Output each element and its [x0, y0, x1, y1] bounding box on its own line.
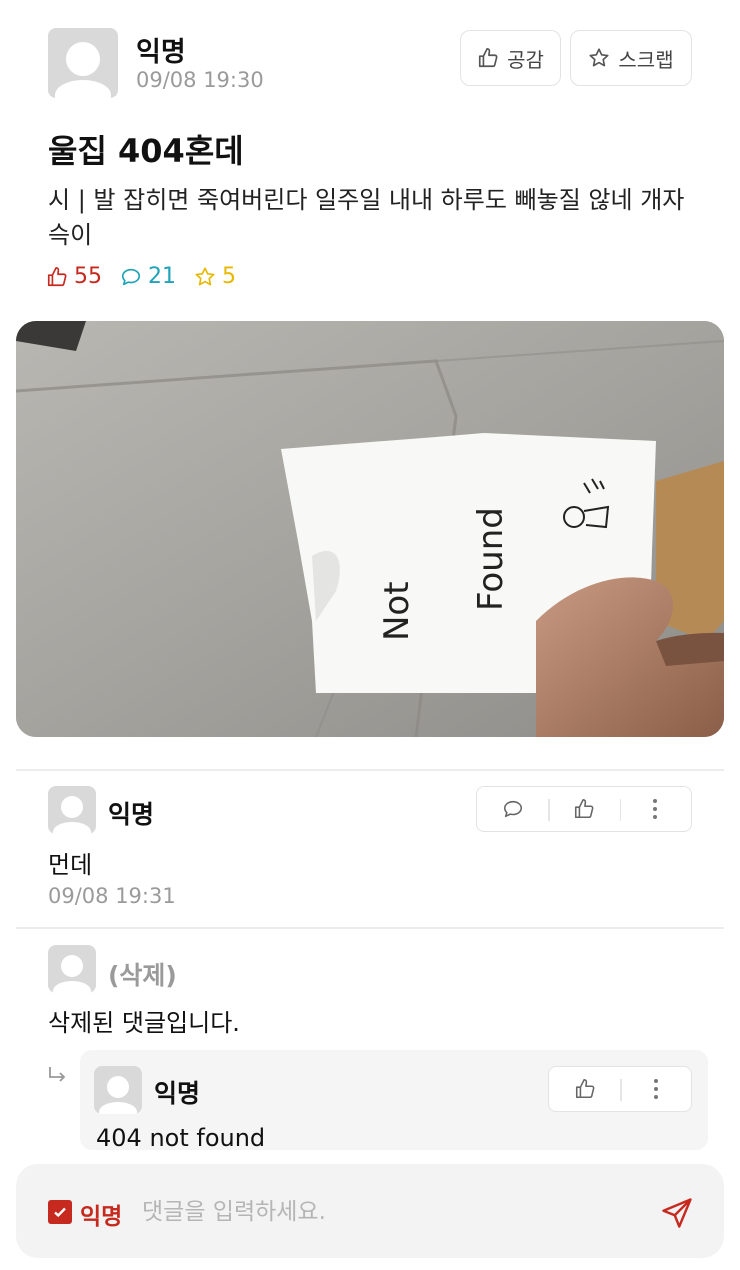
more-vertical-icon: [653, 1078, 659, 1100]
like-button[interactable]: 공감: [460, 30, 561, 86]
comment-count-value: 21: [148, 264, 176, 289]
thumbs-up-icon: [46, 266, 68, 288]
scrap-button[interactable]: 스크랩: [570, 30, 692, 86]
note-text-found: Found: [471, 507, 511, 611]
thumbs-up-icon: [574, 1078, 596, 1100]
comment-timestamp: 09/08 19:31: [48, 884, 176, 908]
star-icon: [194, 266, 216, 288]
comment-avatar: [48, 786, 96, 834]
like-count: 55: [46, 264, 102, 289]
star-icon: [588, 47, 610, 69]
scrap-count: 5: [194, 264, 236, 289]
thumbs-up-icon: [477, 47, 499, 69]
reply-more-button[interactable]: [620, 1067, 691, 1111]
send-button[interactable]: [654, 1190, 700, 1236]
post-stats: 55 21 5: [46, 264, 236, 289]
comment-bubble-icon: [120, 266, 142, 288]
post-author-name: 익명: [136, 37, 186, 68]
photo-illustration: Not Found: [16, 321, 724, 737]
comment-input[interactable]: [142, 1190, 642, 1234]
comment-like-button[interactable]: [548, 787, 619, 831]
reply-button[interactable]: [477, 787, 548, 831]
note-text-not: Not: [377, 581, 417, 641]
post-title: 울집 404혼데: [48, 132, 244, 170]
comment-input-bar: 익명: [16, 1164, 724, 1258]
post-timestamp: 09/08 19:30: [136, 68, 264, 92]
post-body: 시 | 발 잡히면 죽여버린다 일주일 내내 하루도 빼놓질 않네 개자슥이: [48, 186, 685, 249]
thumbs-up-icon: [573, 798, 595, 820]
comment-text-deleted: 삭제된 댓글입니다.: [48, 1009, 240, 1037]
post-photo[interactable]: Not Found: [16, 321, 724, 737]
divider: [16, 769, 724, 771]
checkbox-checked-icon: [52, 1204, 68, 1220]
divider: [16, 927, 724, 929]
reply-author: 익명: [154, 1079, 201, 1108]
anonymous-label[interactable]: 익명: [80, 1197, 122, 1231]
comment-bubble-icon: [502, 798, 524, 820]
comment-author-deleted: (삭제): [108, 961, 177, 990]
reply-arrow-icon: [46, 1064, 70, 1088]
more-vertical-icon: [652, 798, 658, 820]
comment-text: 먼데: [48, 851, 93, 879]
post-author-avatar: [48, 28, 118, 98]
comment-actions: [476, 786, 692, 832]
comment-author: 익명: [108, 800, 155, 829]
like-button-label: 공감: [507, 47, 544, 72]
comment-avatar: [48, 945, 96, 993]
scrap-count-value: 5: [222, 264, 236, 289]
scrap-button-label: 스크랩: [618, 47, 674, 72]
reply-container: 익명 404 not found: [80, 1050, 708, 1152]
reply-avatar: [94, 1066, 142, 1114]
send-icon: [659, 1195, 695, 1231]
like-count-value: 55: [74, 264, 102, 289]
reply-actions: [548, 1066, 692, 1112]
comment-more-button[interactable]: [619, 787, 691, 831]
reply-like-button[interactable]: [549, 1067, 620, 1111]
reply-text: 404 not found: [96, 1124, 266, 1152]
anonymous-checkbox[interactable]: [48, 1200, 72, 1224]
comment-count: 21: [120, 264, 176, 289]
